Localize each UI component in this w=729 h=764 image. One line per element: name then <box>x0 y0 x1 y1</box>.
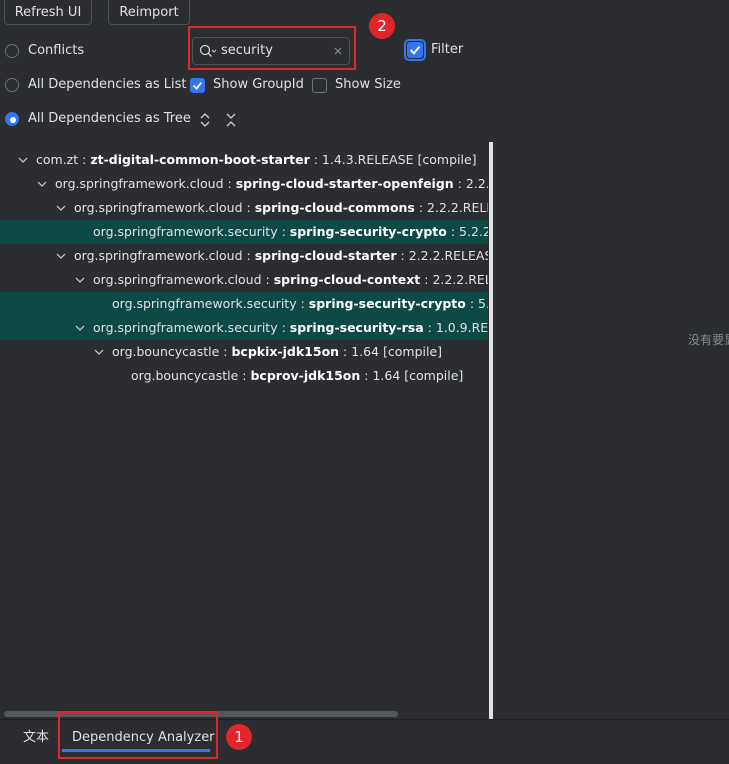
conflicts-radio[interactable] <box>5 44 19 58</box>
details-panel: 没有要显 <box>493 142 729 719</box>
reimport-button[interactable]: Reimport <box>108 0 190 25</box>
refresh-ui-button[interactable]: Refresh UI <box>4 0 92 25</box>
tree-row[interactable]: org.springframework.security : spring-se… <box>0 316 488 340</box>
chevron-down-icon[interactable] <box>35 172 49 196</box>
filter-checkbox[interactable] <box>407 42 423 58</box>
show-groupid-label: Show GroupId <box>213 77 304 92</box>
chevron-down-icon[interactable] <box>73 268 87 292</box>
chevron-down-icon[interactable] <box>16 148 30 172</box>
tree-row[interactable]: org.springframework.cloud : spring-cloud… <box>0 268 488 292</box>
chevron-down-icon[interactable] <box>54 196 68 220</box>
expand-all-icon[interactable] <box>198 112 212 128</box>
search-highlight-box <box>188 26 356 70</box>
show-size-label: Show Size <box>335 77 401 92</box>
all-dependencies-tree-radio[interactable] <box>5 112 19 126</box>
tree-row[interactable]: org.springframework.cloud : spring-cloud… <box>0 244 488 268</box>
collapse-all-icon[interactable] <box>224 112 238 128</box>
show-groupid-checkbox[interactable] <box>190 78 205 93</box>
tree-row[interactable]: org.springframework.security : spring-se… <box>0 292 488 316</box>
tab-text[interactable]: 文本 <box>23 720 49 756</box>
analyzer-tab-highlight-box <box>58 711 218 759</box>
all-dependencies-list-label: All Dependencies as List <box>28 77 187 92</box>
dependency-tree[interactable]: com.zt : zt-digital-common-boot-starter … <box>0 142 488 719</box>
annotation-badge-1: 1 <box>226 724 252 750</box>
show-size-checkbox[interactable] <box>312 78 327 93</box>
conflicts-label: Conflicts <box>28 43 85 58</box>
tree-row[interactable]: org.bouncycastle : bcpkix-jdk15on : 1.64… <box>0 340 488 364</box>
annotation-badge-2: 2 <box>369 13 395 39</box>
all-dependencies-list-radio[interactable] <box>5 78 19 92</box>
filter-label: Filter <box>431 42 464 57</box>
chevron-down-icon[interactable] <box>73 316 87 340</box>
tree-row[interactable]: com.zt : zt-digital-common-boot-starter … <box>0 148 488 172</box>
details-empty-text: 没有要显 <box>688 333 729 347</box>
tree-row[interactable]: org.springframework.cloud : spring-cloud… <box>0 196 488 220</box>
tree-row[interactable]: org.springframework.security : spring-se… <box>0 220 488 244</box>
tree-row[interactable]: org.bouncycastle : bcprov-jdk15on : 1.64… <box>0 364 488 388</box>
all-dependencies-tree-label: All Dependencies as Tree <box>28 111 191 126</box>
tree-row[interactable]: org.springframework.cloud : spring-cloud… <box>0 172 488 196</box>
chevron-down-icon[interactable] <box>92 340 106 364</box>
chevron-down-icon[interactable] <box>54 244 68 268</box>
